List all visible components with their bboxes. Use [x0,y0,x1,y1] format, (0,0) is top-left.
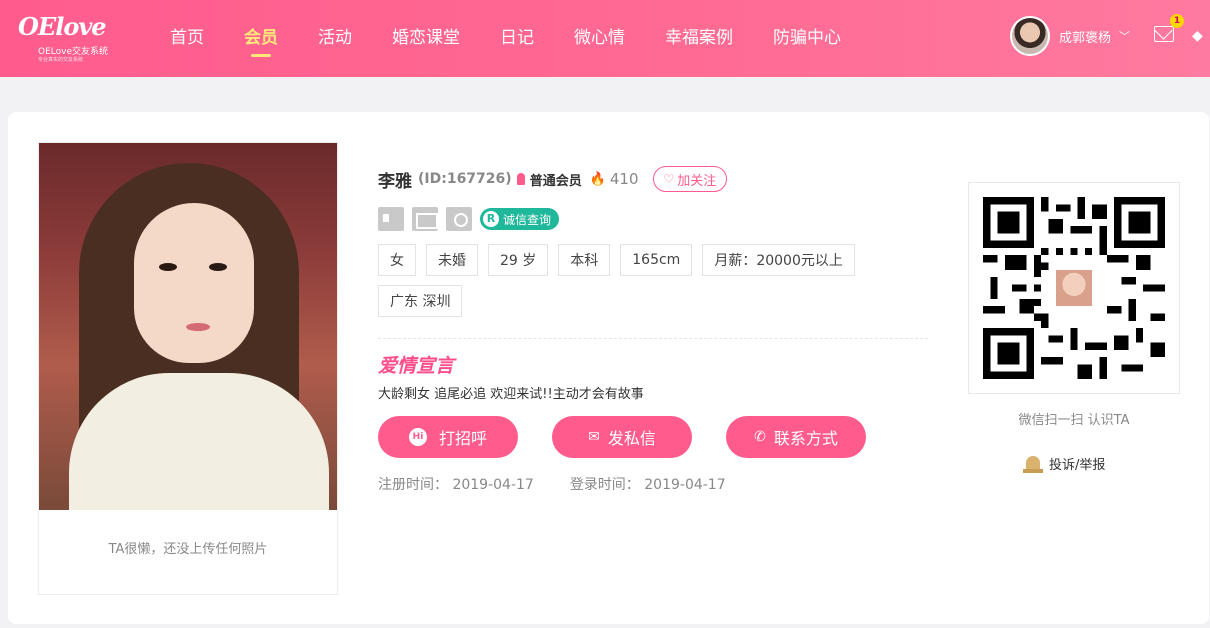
declaration-text: 大龄剩女 追尾必追 欢迎来试!!主动才会有故事 [378,387,644,402]
login-date: 登录时间： 2019-04-17 [569,477,726,493]
top-header: OElove OELove交友系统 专业真实的交友系统 首页 会员 活动 婚恋课… [0,0,1210,77]
nav-diary[interactable]: 日记 [480,0,554,77]
phone-icon: ✆ [754,429,766,445]
credit-label: 诚信查询 [503,212,552,227]
profile-photo[interactable] [39,143,337,510]
greet-label: 打招呼 [438,429,487,448]
photo-lips [186,323,210,331]
alarm-icon [1023,452,1043,474]
photo-caption: TA很懒，还没上传任何照片 [108,542,268,557]
nav-events[interactable]: 活动 [298,0,372,77]
message-button[interactable]: ✉ 发私信 [552,416,692,458]
tag-age: 29 岁 [488,244,549,276]
tag-salary: 月薪：20000元以上 [702,244,855,276]
profile-tags: 女 未婚 29 岁 本科 165cm 月薪：20000元以上 广东 深圳 [378,240,898,322]
tag-location: 广东 深圳 [378,285,463,317]
report-link[interactable]: 投诉/举报 [1023,452,1105,474]
nav-members[interactable]: 会员 [224,0,298,77]
profile-id: (ID:167726) [418,171,512,187]
date-info: 注册时间： 2019-04-17 登录时间： 2019-04-17 [378,474,928,494]
member-icon [516,173,525,185]
site-logo[interactable]: OElove OELove交友系统 专业真实的交友系统 [18,10,113,65]
logo-tagline: 专业真实的交友系统 [38,57,84,63]
qr-caption: 微信扫一扫 认识TA [1018,413,1130,428]
tag-gender: 女 [378,244,416,276]
credit-r-icon: R [483,211,499,227]
photo-panel: TA很懒，还没上传任何照片 [38,142,338,595]
diamond-icon[interactable]: ◆ [1192,28,1203,44]
divider [378,338,928,339]
main-nav: 首页 会员 活动 婚恋课堂 日记 微心情 幸福案例 防骗中心 [150,0,861,77]
follow-button[interactable]: ♡ 加关注 [652,166,728,192]
video-verify-icon[interactable] [446,207,472,231]
verification-row: R 诚信查询 [378,206,928,232]
contact-button[interactable]: ✆ 联系方式 [726,416,866,458]
follow-label: 加关注 [677,173,717,189]
tag-height: 165cm [620,244,693,276]
photo-right-eye [209,263,227,271]
heat-count: 410 [609,170,639,188]
user-menu[interactable]: 成郭褒杨 ﹀ [1010,15,1130,57]
action-buttons: Hi 打招呼 ✉ 发私信 ✆ 联系方式 [378,416,928,458]
register-date: 注册时间： 2019-04-17 [378,477,534,493]
qr-code-panel [968,182,1180,394]
message-label: 发私信 [607,429,656,448]
nav-success-stories[interactable]: 幸福案例 [645,0,753,77]
hi-icon: Hi [408,428,427,446]
contact-label: 联系方式 [773,429,838,448]
report-label: 投诉/举报 [1049,457,1106,473]
member-type: 普通会员 [529,173,582,189]
email-verify-icon[interactable] [412,207,438,231]
nav-anti-fraud[interactable]: 防骗中心 [753,0,861,77]
chevron-down-icon[interactable]: ﹀ [1119,28,1130,44]
name-row: 李雅 (ID:167726) 普通会员 🔥 410 ♡ 加关注 [378,162,928,196]
logo-script: OElove [18,12,107,41]
envelope-icon: ✉ [588,429,600,445]
qr-code[interactable] [983,197,1165,379]
id-card-icon[interactable] [378,207,404,231]
profile-name: 李雅 [378,171,412,192]
user-name[interactable]: 成郭褒杨 [1059,27,1111,46]
declaration-title: 爱情宣言 [378,355,455,377]
nav-moods[interactable]: 微心情 [554,0,645,77]
greet-button[interactable]: Hi 打招呼 [378,416,518,458]
heart-icon: ♡ [663,172,675,186]
profile-info: 李雅 (ID:167726) 普通会员 🔥 410 ♡ 加关注 R 诚信查询 女… [378,162,928,494]
fire-icon: 🔥 [589,171,606,187]
tag-marital: 未婚 [426,244,478,276]
photo-left-eye [159,263,177,271]
photo-face [134,203,254,363]
profile-card: TA很懒，还没上传任何照片 李雅 (ID:167726) 普通会员 🔥 410 … [8,112,1209,624]
mail-count-badge: 1 [1170,14,1184,28]
avatar[interactable] [1010,16,1050,56]
nav-home[interactable]: 首页 [150,0,224,77]
photo-sweater [69,373,329,510]
credit-check-button[interactable]: R 诚信查询 [480,208,560,230]
nav-classroom[interactable]: 婚恋课堂 [372,0,480,77]
tag-education: 本科 [558,244,611,276]
mail-icon[interactable] [1154,26,1174,42]
